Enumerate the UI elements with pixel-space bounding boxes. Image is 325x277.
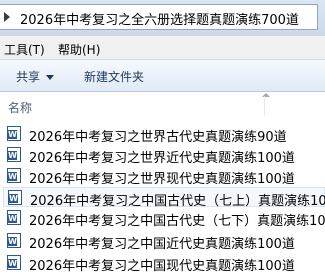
- word-document-icon: W: [7, 126, 21, 141]
- address-bar: 2026年中考复习之全六册选择题真题演练700道: [0, 0, 325, 36]
- new-folder-button[interactable]: 新建文件夹: [84, 68, 144, 85]
- word-document-icon: W: [7, 147, 21, 162]
- file-name: 2026年中考复习之中国古代史（七上）真题演练100道: [30, 194, 325, 209]
- command-bar: 共享 新建文件夹: [0, 60, 325, 92]
- list-item[interactable]: W 2026年中考复习之世界近代史真题演练100道: [3, 145, 325, 166]
- file-name: 2026年中考复习之世界现代史真题演练100道: [29, 172, 295, 187]
- chevron-down-icon: [46, 75, 55, 80]
- menu-help[interactable]: 帮助(H): [58, 41, 100, 58]
- address-path[interactable]: 2026年中考复习之全六册选择题真题演练700道: [20, 9, 299, 28]
- list-item[interactable]: W 2026年中考复习之世界古代史真题演练90道: [3, 124, 325, 145]
- word-document-icon: W: [7, 210, 21, 225]
- column-name[interactable]: 名称: [8, 99, 32, 116]
- list-item[interactable]: W 2026年中考复习之中国古代史（七下）真题演练100道: [3, 208, 325, 229]
- file-list: W 2026年中考复习之世界古代史真题演练90道 W 2026年中考复习之世界近…: [0, 124, 325, 277]
- word-document-icon: W: [8, 190, 22, 205]
- explorer-window: 2026年中考复习之全六册选择题真题演练700道 工具(T) 帮助(H) 共享 …: [0, 0, 325, 277]
- file-name: 2026年中考复习之中国古代史（七下）真题演练100道: [29, 214, 325, 229]
- breadcrumb-arrow-icon[interactable]: [4, 12, 10, 22]
- list-item[interactable]: W 2026年中考复习之中国现代史真题演练100道: [3, 253, 325, 274]
- word-document-icon: W: [7, 233, 21, 248]
- list-item[interactable]: W 2026年中考复习之中国近代史真题演练100道: [3, 231, 325, 252]
- menu-bar: 工具(T) 帮助(H): [0, 36, 325, 60]
- word-document-icon: W: [7, 255, 21, 270]
- list-item[interactable]: W 2026年中考复习之中国古代史（七上）真题演练100道: [3, 187, 325, 209]
- file-name: 2026年中考复习之中国现代史真题演练100道: [29, 259, 295, 274]
- share-label: 共享: [16, 70, 41, 84]
- address-field[interactable]: 2026年中考复习之全六册选择题真题演练700道: [0, 4, 318, 30]
- file-name: 2026年中考复习之世界近代史真题演练100道: [29, 151, 295, 166]
- menu-tools[interactable]: 工具(T): [4, 41, 45, 58]
- list-item[interactable]: W 2026年中考复习之世界现代史真题演练100道: [3, 166, 325, 187]
- word-document-icon: W: [7, 168, 21, 183]
- file-name: 2026年中考复习之中国近代史真题演练100道: [29, 237, 295, 252]
- share-button[interactable]: 共享: [16, 68, 55, 85]
- column-divider[interactable]: [264, 96, 265, 116]
- file-name: 2026年中考复习之世界古代史真题演练90道: [29, 130, 287, 145]
- column-header: 名称: [0, 92, 325, 120]
